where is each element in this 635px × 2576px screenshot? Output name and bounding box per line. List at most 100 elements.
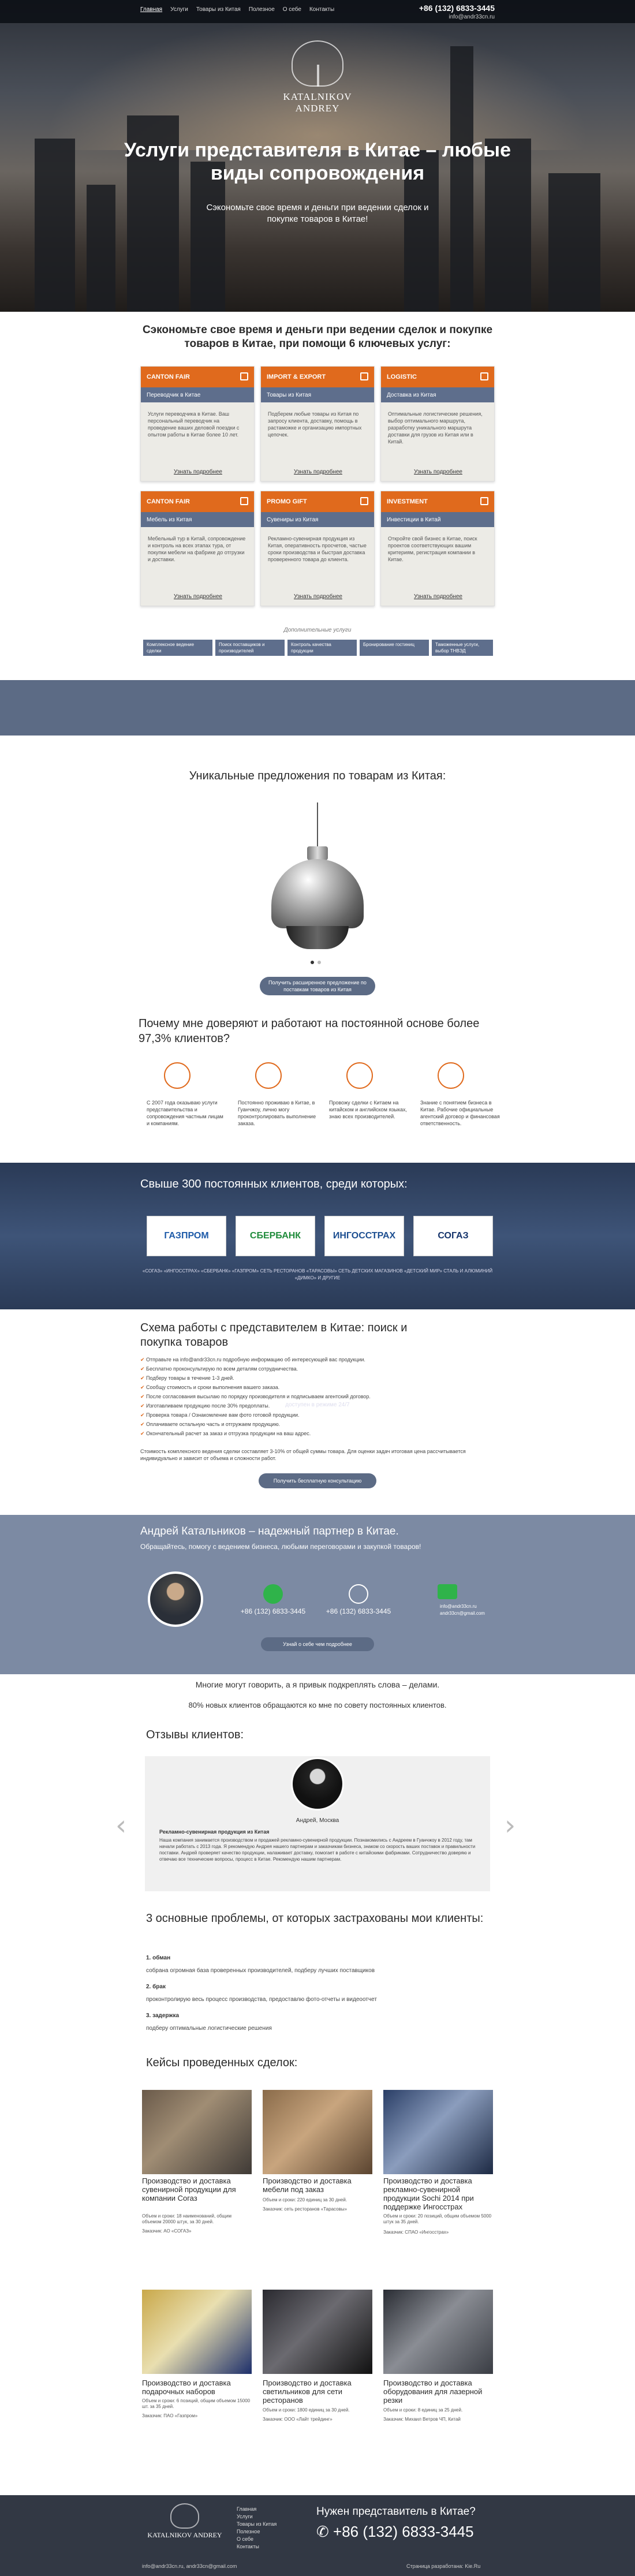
- email-icon[interactable]: [438, 1584, 457, 1599]
- offers-button[interactable]: Получить расширенное предложение по пост…: [260, 977, 375, 995]
- whatsapp-icon[interactable]: [263, 1584, 283, 1604]
- card-caption-text: INVESTMENT: [387, 498, 428, 505]
- top-email[interactable]: info@andr33cn.ru: [449, 14, 495, 20]
- card-more-link[interactable]: Узнать подробнее: [290, 469, 346, 475]
- card-more-link[interactable]: Узнать подробнее: [290, 593, 346, 600]
- scheme-step: После согласования высылаю по порядку пр…: [140, 1394, 371, 1400]
- chevron-right-icon[interactable]: ›: [505, 1809, 516, 1842]
- main-nav: Главная Услуги Товары из Китая Полезное …: [140, 6, 334, 13]
- footer-nav-item[interactable]: Контакты: [237, 2543, 277, 2551]
- partner-email-2[interactable]: andr33cn@gmail.com: [440, 1611, 485, 1616]
- footer-developer[interactable]: Страница разработана: Kie.Ru: [406, 2563, 480, 2569]
- case-image[interactable]: [142, 2090, 252, 2174]
- case-details: Объем и сроки: 8 единиц за 25 дней.: [383, 2407, 463, 2413]
- case-title[interactable]: Производство и доставка подарочных набор…: [142, 2379, 252, 2396]
- carousel-dot[interactable]: [311, 961, 314, 964]
- case-title[interactable]: Производство и доставка сувенирной проду…: [142, 2176, 252, 2202]
- footer-question: Нужен представитель в Китае?: [316, 2506, 476, 2518]
- nav-item-services[interactable]: Услуги: [170, 6, 188, 13]
- footer-nav-item[interactable]: Товары из Китая: [237, 2521, 277, 2528]
- case-details: Объем и сроки: 20 позиций, общим объемом…: [383, 2213, 492, 2224]
- case-image[interactable]: [142, 2290, 252, 2374]
- reviewer-name: Андрей, Москва: [296, 1817, 339, 1824]
- lamp-product-image[interactable]: [271, 859, 364, 928]
- whatsapp-phone[interactable]: +86 (132) 6833-3445: [231, 1607, 315, 1615]
- hero-title: Услуги представителя в Китае – любые вид…: [124, 139, 511, 184]
- cases-title: Кейсы проведенных сделок:: [146, 2056, 298, 2069]
- card-more-link[interactable]: Узнать подробнее: [410, 469, 466, 475]
- scheme-step: Проверка товара / Ознакомление вам фото …: [140, 1412, 299, 1418]
- service-card: IMPORT & EXPORT Товары из Китая Подберем…: [260, 366, 375, 481]
- calendar-icon: [164, 1062, 190, 1089]
- case-details: Объем и сроки: 18 наименований, общим об…: [142, 2213, 231, 2224]
- about-button[interactable]: Узнай о себе чем подробнее: [261, 1637, 374, 1651]
- service-card: CANTON FAIR Переводчик в Китае Услуги пе…: [140, 366, 255, 481]
- hero-building: [87, 185, 115, 312]
- scheme-step: Оплачиваете остальную часть и отгружаем …: [140, 1421, 280, 1428]
- client-logo-sogaz: СОГАЗ: [413, 1216, 493, 1256]
- avatar: [148, 1571, 203, 1627]
- extra-service-button[interactable]: Таможенные услуги, выбор ТНВЭД: [432, 640, 493, 656]
- scheme-step: Отправьте на info@andr33cn.ru подробную …: [140, 1357, 365, 1363]
- top-bar: Главная Услуги Товары из Китая Полезное …: [0, 0, 635, 23]
- offers-title: Уникальные предложения по товарам из Кит…: [189, 770, 446, 782]
- partner-email-1[interactable]: info@andr33cn.ru: [440, 1604, 477, 1609]
- card-more-link[interactable]: Узнать подробнее: [170, 469, 226, 475]
- client-logo-sberbank: СБЕРБАНК: [236, 1216, 315, 1256]
- case-client: Заказчик: Михаил Ветров ЧП, Китай: [383, 2417, 461, 2422]
- footer-nav-item[interactable]: О себе: [237, 2536, 277, 2543]
- case-title[interactable]: Производство и доставка светильников для…: [263, 2379, 372, 2405]
- footer-phone[interactable]: ✆ +86 (132) 6833-3445: [316, 2523, 474, 2541]
- reviews-title: Отзывы клиентов:: [146, 1728, 244, 1741]
- card-text: Подберем любые товары из Китая по запрос…: [268, 411, 362, 438]
- chevron-left-icon[interactable]: ‹: [115, 1809, 126, 1842]
- extra-service-button[interactable]: Контроль качества продукции: [287, 640, 357, 656]
- trust-item: Знание с понятием бизнеса в Китае. Рабоч…: [420, 1100, 500, 1126]
- footer-logo[interactable]: KATALNIKOV ANDREY: [144, 2503, 225, 2540]
- phone-icon: ✆: [316, 2523, 334, 2540]
- card-more-link[interactable]: Узнать подробнее: [410, 593, 466, 600]
- case-title[interactable]: Производство и доставка оборудования для…: [383, 2379, 493, 2405]
- case-image[interactable]: [383, 2090, 493, 2174]
- case-details: Объем и сроки: 220 единиц за 30 дней.: [263, 2197, 348, 2202]
- scheme-step: Сообщу стоимость и сроки выполнения ваше…: [140, 1384, 279, 1391]
- nav-item-about[interactable]: О себе: [283, 6, 301, 13]
- top-phone[interactable]: +86 (132) 6833-3445: [419, 3, 495, 13]
- card-caption: PROMO GIFT: [261, 491, 374, 512]
- hero-subtitle: Сэкономьте свое время и деньги при веден…: [206, 203, 429, 224]
- logo-name: KATALNIKOV ANDREY: [283, 91, 352, 114]
- extra-service-button[interactable]: Бронирование гостиниц: [360, 640, 429, 656]
- carousel-dot[interactable]: [318, 961, 321, 964]
- consultation-button[interactable]: Получить бесплатную консультацию: [259, 1473, 376, 1488]
- phone-icon[interactable]: [349, 1584, 368, 1604]
- problem-text: собрана огромная база проверенных произв…: [146, 1968, 375, 1974]
- card-subtitle: Сувениры из Китая: [261, 512, 374, 527]
- banner-question: Нужен надежный партнер в Китае?: [246, 1372, 389, 1382]
- case-image[interactable]: [263, 2290, 372, 2374]
- footer-nav-item[interactable]: Полезное: [237, 2528, 277, 2536]
- card-caption-text: IMPORT & EXPORT: [267, 374, 326, 380]
- gift-icon: [360, 497, 368, 505]
- card-more-link[interactable]: Узнать подробнее: [170, 593, 226, 600]
- nav-item-contacts[interactable]: Контакты: [309, 6, 334, 13]
- trust-item: С 2007 года оказываю услуги представител…: [147, 1100, 223, 1126]
- case-image[interactable]: [383, 2290, 493, 2374]
- extra-service-button[interactable]: Комплексное ведение сделки: [143, 640, 212, 656]
- footer-nav-item[interactable]: Главная: [237, 2506, 277, 2513]
- chart-icon: [480, 497, 488, 505]
- client-logo-ingosstrakh: ИНГОССТРАХ: [324, 1216, 404, 1256]
- partner-phone[interactable]: +86 (132) 6833-3445: [316, 1607, 401, 1615]
- tree-logo-icon: [170, 2503, 199, 2529]
- case-image[interactable]: [263, 2090, 372, 2174]
- case-title[interactable]: Производство и доставка рекламно-сувенир…: [383, 2176, 493, 2211]
- extra-service-button[interactable]: Поиск поставщиков и производителей: [215, 640, 285, 656]
- case-title[interactable]: Производство и доставка мебели под заказ: [263, 2176, 372, 2194]
- footer-email[interactable]: info@andr33cn.ru, andr33cn@gmail.com: [142, 2563, 237, 2569]
- trust-title: Почему мне доверяют и работают на постоя…: [139, 1017, 480, 1045]
- nav-item-goods[interactable]: Товары из Китая: [196, 6, 241, 13]
- footer-nav-item[interactable]: Услуги: [237, 2513, 277, 2521]
- card-subtitle: Доставка из Китая: [381, 387, 494, 402]
- nav-item-home[interactable]: Главная: [140, 6, 162, 13]
- nav-item-useful[interactable]: Полезное: [249, 6, 275, 13]
- card-text: Услуги переводчика в Китае. Ваш персонал…: [148, 411, 240, 438]
